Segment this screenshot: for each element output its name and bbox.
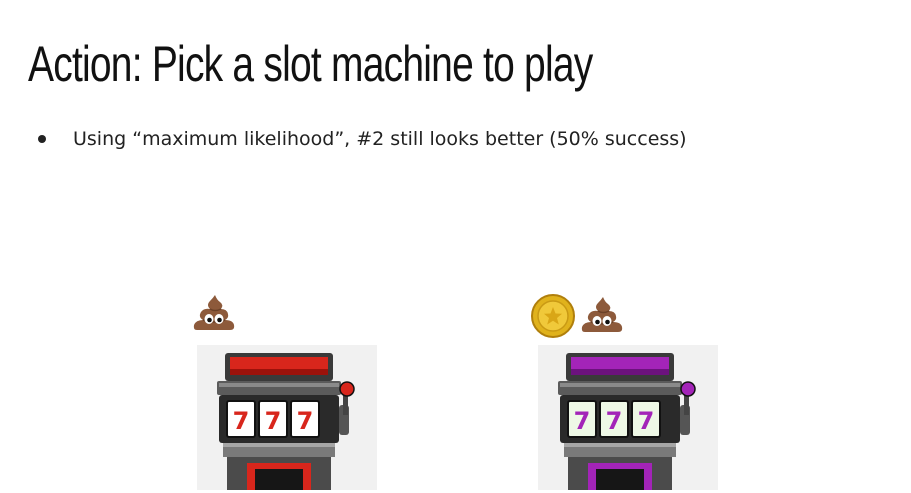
bullet-dot-icon <box>38 135 46 143</box>
machine-2-outcomes <box>531 294 623 338</box>
slot-machine-1[interactable]: 7 7 7 <box>197 345 377 490</box>
svg-text:7: 7 <box>265 407 282 435</box>
bullet-list: Using “maximum likelihood”, #2 still loo… <box>38 125 687 153</box>
slide: Action: Pick a slot machine to play Usin… <box>0 0 911 493</box>
bullet-item: Using “maximum likelihood”, #2 still loo… <box>38 125 687 153</box>
svg-text:7: 7 <box>638 407 655 435</box>
slot-machine-1-icon: 7 7 7 <box>197 345 377 490</box>
svg-text:7: 7 <box>606 407 623 435</box>
svg-text:7: 7 <box>233 407 250 435</box>
svg-text:7: 7 <box>297 407 314 435</box>
slot-machine-2[interactable]: 7 7 7 <box>538 345 718 490</box>
poop-icon <box>581 297 623 332</box>
machine-1-outcomes <box>193 294 235 334</box>
coin-icon <box>531 294 575 338</box>
poop-icon <box>193 295 235 330</box>
slide-title: Action: Pick a slot machine to play <box>28 36 593 92</box>
svg-text:7: 7 <box>574 407 591 435</box>
bullet-text: Using “maximum likelihood”, #2 still loo… <box>73 128 687 150</box>
slot-machine-2-icon: 7 7 7 <box>538 345 718 490</box>
